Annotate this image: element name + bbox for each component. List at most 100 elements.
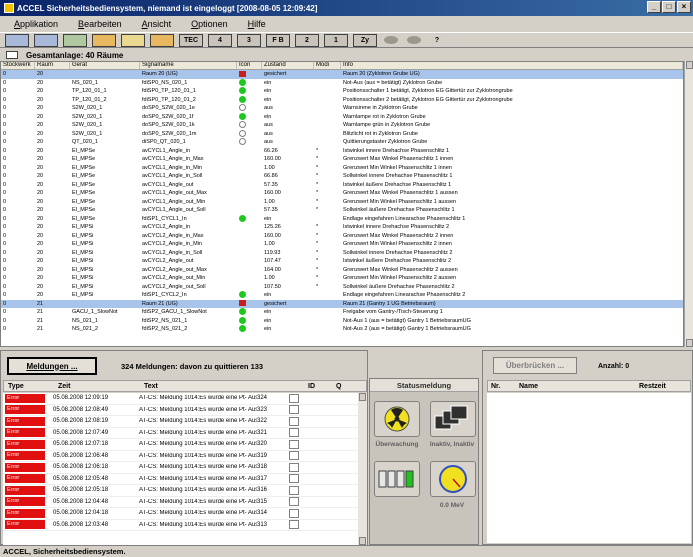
column-header[interactable]: Restzeit bbox=[636, 383, 666, 390]
table-row[interactable]: 0 20 EI_MPSe avCYCL1_Angle_in_Min 1.00 * Grenz… bbox=[1, 164, 683, 173]
minimize-button[interactable]: _ bbox=[647, 1, 661, 13]
column-header[interactable]: Text bbox=[140, 383, 304, 390]
toolbar-button-zy[interactable]: Zy bbox=[353, 33, 377, 47]
column-header[interactable]: Info bbox=[341, 62, 683, 69]
message-row[interactable]: Error 05.08.2008 12:05:18 AT-CS: Meldung 1… bbox=[3, 485, 358, 497]
column-header[interactable]: Icon bbox=[237, 62, 262, 69]
toolbar-button-1[interactable] bbox=[5, 33, 29, 47]
message-row[interactable]: Error 05.08.2008 12:06:48 AT-CS: Meldung 1… bbox=[3, 451, 358, 462]
acknowledge-checkbox[interactable] bbox=[289, 508, 299, 518]
acknowledge-checkbox[interactable] bbox=[289, 416, 299, 426]
column-header[interactable]: Zeit bbox=[54, 383, 140, 390]
toolbar-button-5[interactable] bbox=[121, 33, 145, 47]
toolbar-button-3[interactable] bbox=[63, 33, 87, 47]
table-row[interactable]: 0 21 GACU_1_SlowNot fdiSP2_GACU_1_SlowNot ei… bbox=[1, 308, 683, 317]
table-row[interactable]: 0 20 EI_MPSi avCYCL2_Angle_out 107.47 * Istwin… bbox=[1, 257, 683, 266]
toolbar-button-4[interactable]: 4 bbox=[208, 33, 232, 47]
table-row[interactable]: 0 20 EI_MPSi avCYCL2_Angle_in 125.26 * Istwink… bbox=[1, 223, 683, 232]
acknowledge-checkbox[interactable] bbox=[289, 405, 299, 415]
table-row[interactable]: 0 20 EI_MPSe avCYCL1_Angle_out_Soll 57.35 * So… bbox=[1, 206, 683, 215]
toolbar-button-6[interactable] bbox=[150, 33, 174, 47]
table-row[interactable]: 0 21 Raum 21 (UG) gesichert Raum 21 (Gantry … bbox=[1, 299, 683, 308]
table-row[interactable]: 0 20 EI_MPSi avCYCL2_Angle_out_Soll 107.50 * S… bbox=[1, 283, 683, 292]
toolbar-button-tec[interactable]: TEC bbox=[179, 33, 203, 47]
acknowledge-checkbox[interactable] bbox=[289, 497, 299, 507]
menu-bearbeiten[interactable]: Bearbeiten bbox=[78, 19, 122, 29]
table-row[interactable]: 0 20 EI_MPSe avCYCL1_Angle_out_Min 1.00 * Gren… bbox=[1, 198, 683, 207]
table-row[interactable]: 0 20 TP_120_01_1 fdiSP0_TP_120_01_1 ein Posit… bbox=[1, 87, 683, 96]
acknowledge-checkbox[interactable] bbox=[289, 428, 299, 438]
signal-table-scrollbar[interactable] bbox=[684, 61, 693, 347]
column-header[interactable]: Type bbox=[4, 383, 54, 390]
table-row[interactable]: 0 20 EI_MPSe avCYCL1_Angle_in_Max 160.00 * Gre… bbox=[1, 155, 683, 164]
table-row[interactable]: 0 20 S2W_020_1 doSP0_S2W_020_1f ein Warnlampe… bbox=[1, 112, 683, 122]
table-row[interactable]: 0 20 S2W_020_1 doSP0_S2W_020_1k aus Warnlampe… bbox=[1, 121, 683, 130]
scroll-down-arrow[interactable] bbox=[686, 339, 693, 347]
table-row[interactable]: 0 20 EI_MPSe avCYCL1_Angle_out 57.35 * Istwink… bbox=[1, 181, 683, 190]
tree-toggle-icon[interactable] bbox=[6, 51, 18, 59]
switch-panel-tile[interactable] bbox=[374, 461, 420, 497]
menu-ansicht[interactable]: Ansicht bbox=[142, 19, 172, 29]
menu-applikation[interactable]: Applikation bbox=[14, 19, 58, 29]
message-row[interactable]: Error 05.08.2008 12:07:49 AT-CS: Meldung 1… bbox=[3, 428, 358, 439]
acknowledge-checkbox[interactable] bbox=[289, 474, 299, 484]
acknowledge-checkbox[interactable] bbox=[289, 485, 299, 495]
table-row[interactable]: 0 20 EI_MPSi avCYCL2_Angle_in_Soll 119.93 * So… bbox=[1, 249, 683, 258]
table-row[interactable]: 0 20 EI_MPSi avCYCL2_Angle_in_Max 160.00 * Gre… bbox=[1, 232, 683, 241]
message-row[interactable]: Error 05.08.2008 12:07:18 AT-CS: Meldung 1… bbox=[3, 439, 358, 451]
message-row[interactable]: Error 05.08.2008 12:08:19 AT-CS: Meldung 1… bbox=[3, 416, 358, 428]
toolbar-button-ellipse-2[interactable] bbox=[405, 34, 423, 47]
radiation-tile[interactable] bbox=[374, 401, 420, 437]
scroll-up-arrow[interactable] bbox=[686, 61, 693, 69]
toolbar-button-2[interactable]: 2 bbox=[295, 33, 319, 47]
message-row[interactable]: Error 05.08.2008 12:05:48 AT-CS: Meldung 1… bbox=[3, 474, 358, 485]
toolbar-button-1[interactable]: 1 bbox=[324, 33, 348, 47]
column-header[interactable]: Modi bbox=[314, 62, 341, 69]
scroll-up-arrow[interactable] bbox=[359, 393, 366, 401]
table-row[interactable]: 0 20 QT_020_1 diSP0_QT_020_1 aus Quittierungs… bbox=[1, 138, 683, 147]
acknowledge-checkbox[interactable] bbox=[289, 393, 299, 403]
table-row[interactable]: 0 20 S2W_020_1 doSP0_S2W_020_1e aus Warnsiren… bbox=[1, 104, 683, 113]
acknowledge-checkbox[interactable] bbox=[289, 451, 299, 461]
table-row[interactable]: 0 20 Raum 20 (UG) gesichert Raum 20 (Zyklotr… bbox=[1, 70, 683, 79]
menu-optionen[interactable]: Optionen bbox=[191, 19, 228, 29]
table-row[interactable]: 0 20 EI_MPSi avCYCL2_Angle_in_Min 1.00 * Grenz… bbox=[1, 240, 683, 249]
table-row[interactable]: 0 21 NS_021_2 fdiSP2_NS_021_2 ein Not-Aus 2 (… bbox=[1, 325, 683, 334]
scroll-down-arrow[interactable] bbox=[359, 537, 366, 545]
acknowledge-checkbox[interactable] bbox=[289, 462, 299, 472]
acknowledge-checkbox[interactable] bbox=[289, 439, 299, 449]
table-row[interactable]: 0 21 NS_021_1 fdiSP2_NS_021_1 ein Not-Aus 1 (… bbox=[1, 316, 683, 326]
close-button[interactable]: × bbox=[677, 1, 691, 13]
table-row[interactable]: 0 20 EI_MPSi fdiSP1_CYCL2_In ein Endlage eing… bbox=[1, 291, 683, 300]
table-row[interactable]: 0 20 EI_MPSi avCYCL2_Angle_out_Min 1.00 * Gren… bbox=[1, 274, 683, 283]
message-row[interactable]: Error 05.08.2008 12:06:18 AT-CS: Meldung 1… bbox=[3, 462, 358, 474]
toolbar-button-ellipse-1[interactable] bbox=[382, 34, 400, 47]
table-row[interactable]: 0 20 S2W_020_1 doSP0_S2W_020_1m aus Blitzlich… bbox=[1, 129, 683, 139]
toolbar-button-4[interactable] bbox=[92, 33, 116, 47]
column-header[interactable]: ID bbox=[304, 383, 332, 390]
message-row[interactable]: Error 05.08.2008 12:08:49 AT-CS: Meldung 1… bbox=[3, 405, 358, 416]
table-row[interactable]: 0 20 TP_120_01_2 fdiSP0_TP_120_01_2 ein Posit… bbox=[1, 95, 683, 105]
bypass-button[interactable]: Überbrücken ... bbox=[493, 357, 577, 374]
message-row[interactable]: Error 05.08.2008 12:04:48 AT-CS: Meldung 1… bbox=[3, 497, 358, 508]
menu-hilfe[interactable]: Hilfe bbox=[248, 19, 266, 29]
message-row[interactable]: Error 05.08.2008 12:03:48 AT-CS: Meldung 1… bbox=[3, 520, 358, 531]
column-header[interactable]: Zustand bbox=[262, 62, 314, 69]
column-header[interactable]: Gerät bbox=[70, 62, 140, 69]
table-row[interactable]: 0 20 EI_MPSi avCYCL2_Angle_out_Max 164.00 * Gr… bbox=[1, 266, 683, 275]
column-header[interactable]: Name bbox=[516, 383, 636, 390]
message-row[interactable]: Error 05.08.2008 12:09:19 AT-CS: Meldung 1… bbox=[3, 393, 358, 405]
table-row[interactable]: 0 20 NS_020_1 fdiSP0_NS_020_1 ein Not-Aus (au… bbox=[1, 78, 683, 88]
maximize-button[interactable]: □ bbox=[662, 1, 676, 13]
acknowledge-checkbox[interactable] bbox=[289, 520, 299, 530]
toolbar-button-3[interactable]: 3 bbox=[237, 33, 261, 47]
messages-scrollbar[interactable] bbox=[358, 393, 367, 545]
column-header[interactable]: Nr. bbox=[488, 383, 516, 390]
table-row[interactable]: 0 20 EI_MPSe avCYCL1_Angle_in_Soll 66.86 * Sol… bbox=[1, 172, 683, 181]
column-header[interactable]: Stockwerk bbox=[1, 62, 35, 69]
column-header[interactable]: Q bbox=[332, 383, 352, 390]
messages-button[interactable]: Meldungen ... bbox=[7, 357, 97, 375]
table-row[interactable]: 0 20 EI_MPSe fdiSP1_CYCL1_In ein Endlage eing… bbox=[1, 214, 683, 224]
gauge-tile[interactable] bbox=[430, 461, 476, 497]
toolbar-button-2[interactable] bbox=[34, 33, 58, 47]
